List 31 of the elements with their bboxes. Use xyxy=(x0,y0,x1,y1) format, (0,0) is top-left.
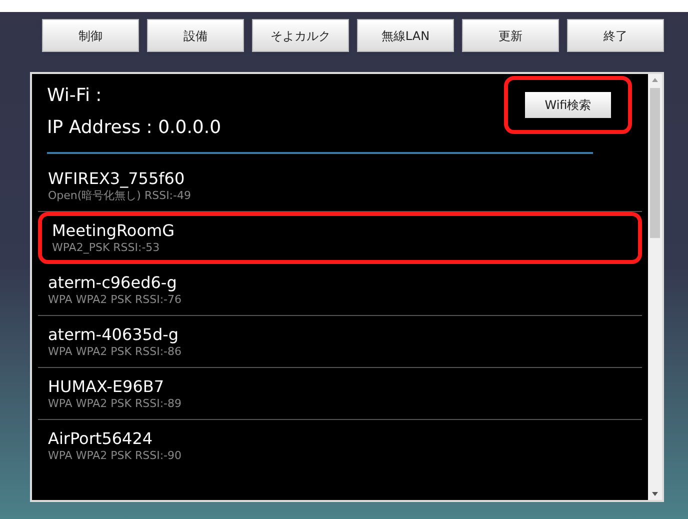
ip-address: IP Address : 0.0.0.0 xyxy=(47,116,222,140)
menu-button[interactable]: そよカルク xyxy=(252,19,349,52)
scroll-up-icon[interactable] xyxy=(652,78,658,82)
network-detail: WPA2_PSK RSSI:-53 xyxy=(52,241,161,255)
network-name: aterm-c96ed6-g xyxy=(48,272,178,292)
network-detail: WPA WPA2 PSK RSSI:-90 xyxy=(48,449,183,463)
network-name: HUMAX-E96B7 xyxy=(48,376,166,396)
menu-button[interactable]: 更新 xyxy=(462,19,559,52)
network-detail: WPA WPA2 PSK RSSI:-86 xyxy=(48,344,183,358)
network-item[interactable]: WFIREX3_755f60 Open(暗号化無し) RSSI:-49 xyxy=(38,160,642,212)
scrollbar[interactable] xyxy=(648,74,662,500)
network-name: MeetingRoomG xyxy=(52,221,176,241)
wifi-label: Wi-Fi : xyxy=(47,84,103,108)
network-detail: WPA WPA2 PSK RSSI:-76 xyxy=(48,292,183,306)
scroll-down-icon[interactable] xyxy=(652,492,658,496)
menu-button[interactable]: 設備 xyxy=(147,19,244,52)
network-detail: WPA WPA2 PSK RSSI:-89 xyxy=(48,396,183,410)
network-name: WFIREX3_755f60 xyxy=(48,168,186,188)
network-name: aterm-40635d-g xyxy=(48,324,180,344)
menu-button[interactable]: 制御 xyxy=(42,19,139,52)
network-item[interactable]: AirPort56424 WPA WPA2 PSK RSSI:-90 xyxy=(38,420,642,472)
wifi-search-button[interactable]: Wifi検索 xyxy=(525,92,611,118)
scrollbar-thumb[interactable] xyxy=(650,88,660,238)
network-item[interactable]: aterm-c96ed6-g WPA WPA2 PSK RSSI:-76 xyxy=(38,264,642,316)
network-item[interactable]: HUMAX-E96B7 WPA WPA2 PSK RSSI:-89 xyxy=(38,368,642,420)
menu-button[interactable]: 終了 xyxy=(567,19,664,52)
network-item[interactable]: aterm-40635d-g WPA WPA2 PSK RSSI:-86 xyxy=(38,316,642,368)
network-name: AirPort56424 xyxy=(48,429,154,449)
network-detail: Open(暗号化無し) RSSI:-49 xyxy=(48,188,192,202)
network-item[interactable]: MeetingRoomG WPA2_PSK RSSI:-53 xyxy=(38,212,642,264)
menu-button[interactable]: 無線LAN xyxy=(357,19,454,52)
